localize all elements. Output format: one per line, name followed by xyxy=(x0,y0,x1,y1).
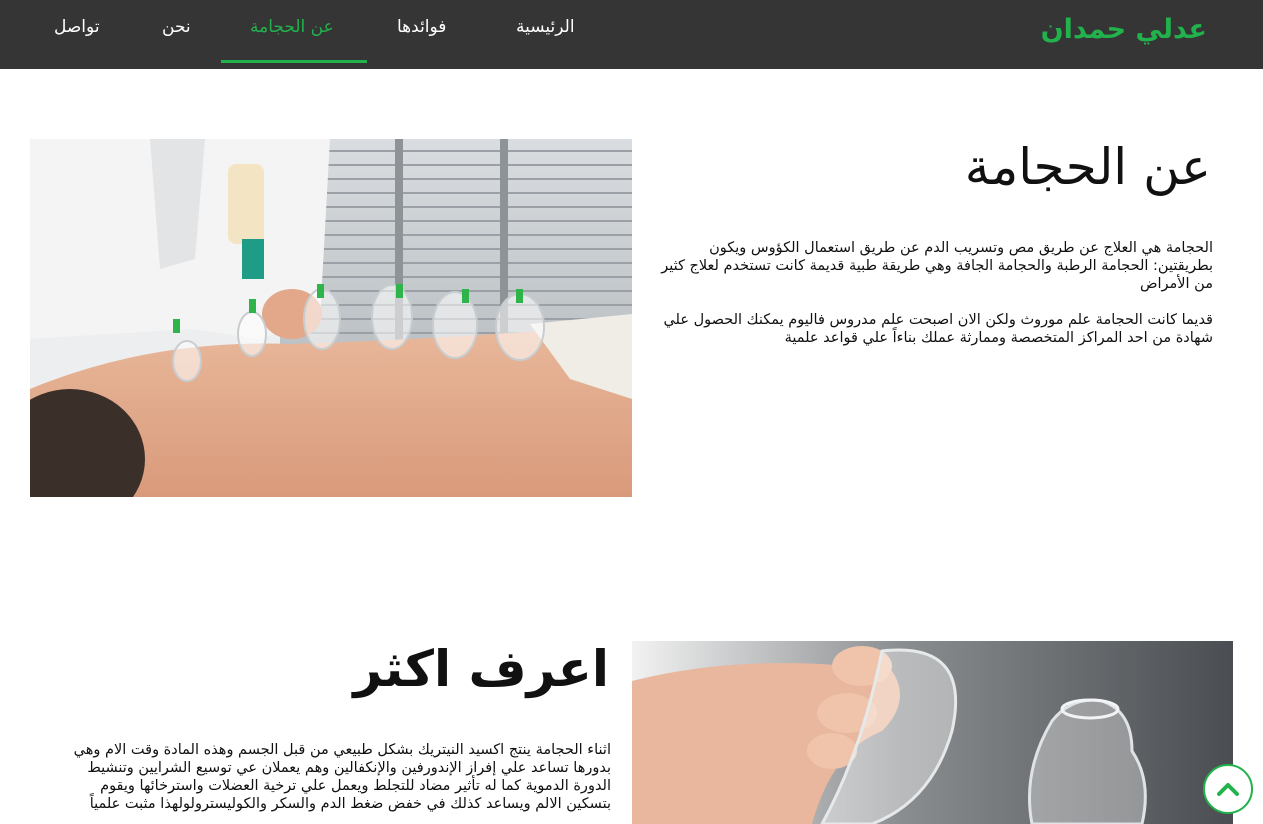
learn-more-paragraph: اثناء الحجامة ينتج اكسيد النيتريك بشكل ط… xyxy=(73,742,611,812)
nav-link-benefits[interactable]: فوائدها xyxy=(397,17,446,37)
nav-link-home[interactable]: الرئيسية xyxy=(516,17,575,37)
navbar: عدلي حمدان الرئيسية فوائدها عن الحجامة ن… xyxy=(0,0,1263,69)
nav-links: الرئيسية فوائدها عن الحجامة نحن تواصل xyxy=(0,0,640,69)
about-paragraph-2: قديما كانت الحجامة علم موروث ولكن الان ا… xyxy=(663,312,1213,346)
about-paragraph-1: الحجامة هي العلاج عن طريق مص وتسريب الدم… xyxy=(661,240,1213,292)
glass-cups-image xyxy=(632,641,1233,824)
learn-more-heading: اعرف اكثر xyxy=(353,640,609,698)
nav-link-about-us[interactable]: نحن xyxy=(162,17,191,37)
active-nav-indicator xyxy=(221,60,367,63)
hijama-treatment-image xyxy=(30,139,632,497)
about-hijama-heading: عن الحجامة xyxy=(964,138,1211,196)
nav-link-about-hijama[interactable]: عن الحجامة xyxy=(250,17,334,37)
nav-link-contact[interactable]: تواصل xyxy=(54,17,100,37)
back-to-top-button[interactable] xyxy=(1203,764,1253,814)
chevron-up-icon xyxy=(1217,783,1239,796)
brand-logo[interactable]: عدلي حمدان xyxy=(1041,14,1207,45)
